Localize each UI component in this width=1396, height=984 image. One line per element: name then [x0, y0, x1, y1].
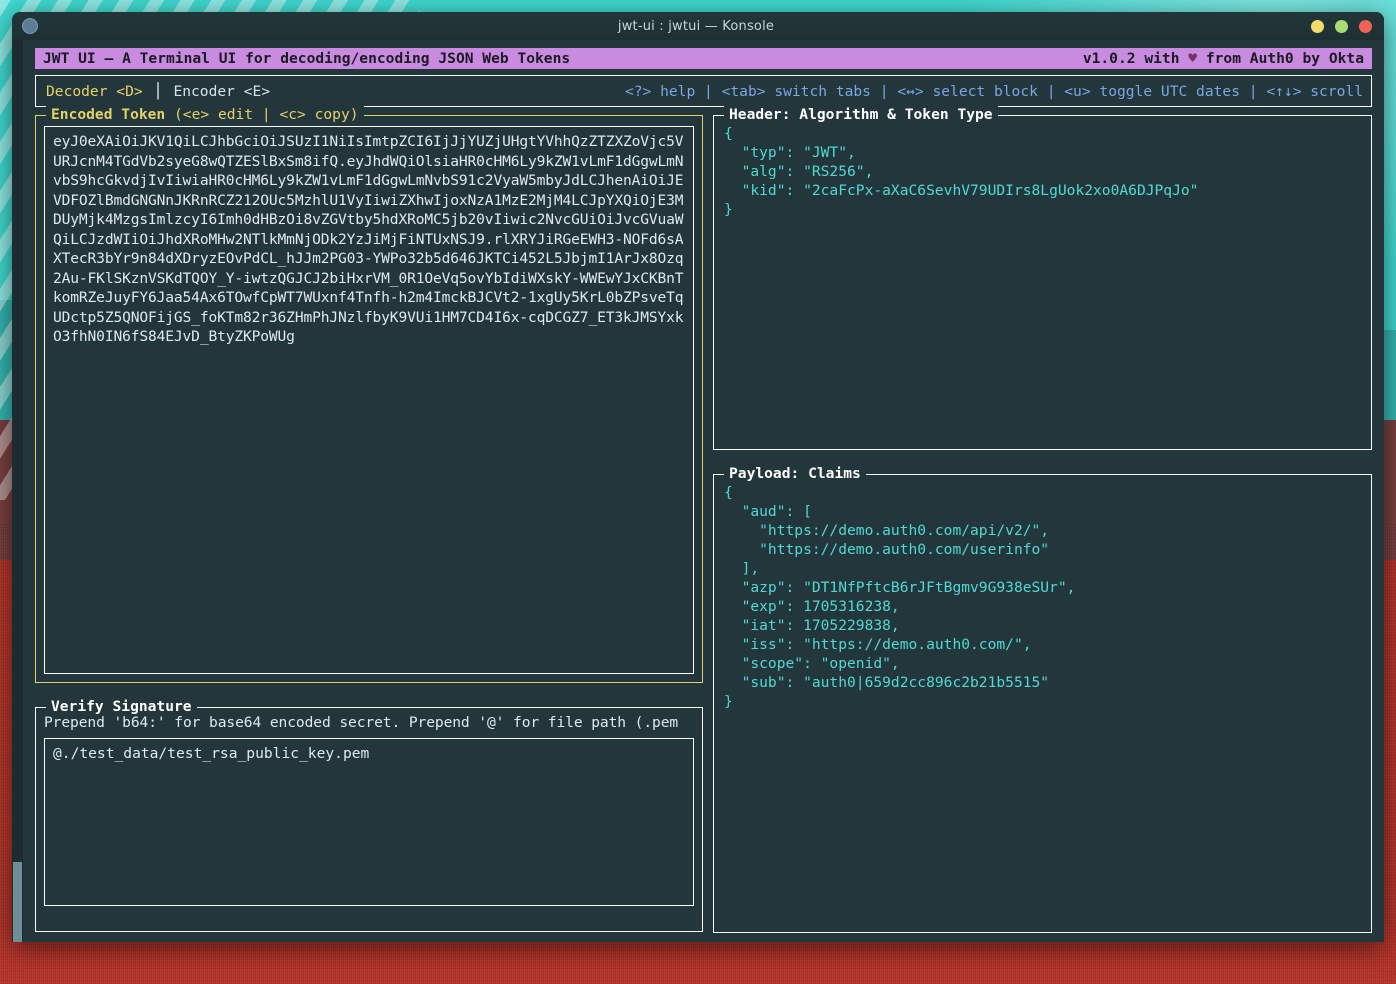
terminal-scrollbar[interactable]: [12, 40, 23, 942]
tab-separator: │: [154, 82, 163, 101]
tab-encoder[interactable]: Encoder <E>: [173, 82, 270, 101]
encoded-token-legend-shortcuts: (<e> edit | <c> copy): [174, 106, 359, 123]
right-column: Header: Algorithm & Token Type { "typ": …: [713, 115, 1372, 933]
konsole-window: jwt-ui : jwtui — Konsole JWT UI – A Term…: [12, 12, 1384, 942]
app-version: v1.0.2 with: [1083, 50, 1188, 67]
app-version-credit: v1.0.2 with ♥ from Auth0 by Okta: [1083, 48, 1364, 69]
encoded-token-panel[interactable]: Encoded Token (<e> edit | <c> copy) eyJ0…: [35, 115, 703, 683]
close-button-icon[interactable]: [1359, 20, 1372, 33]
jwt-ui-app: JWT UI – A Terminal UI for decoding/enco…: [23, 40, 1384, 942]
app-title: JWT UI – A Terminal UI for decoding/enco…: [43, 48, 570, 69]
encoded-token-input[interactable]: eyJ0eXAiOiJKV1QiLCJhbGciOiJSUzI1NiIsImtp…: [44, 126, 694, 674]
encoded-token-legend: Encoded Token (<e> edit | <c> copy): [46, 105, 364, 124]
window-menu-icon[interactable]: [22, 18, 38, 34]
app-header-bar: JWT UI – A Terminal UI for decoding/enco…: [35, 48, 1372, 69]
maximize-button-icon[interactable]: [1335, 20, 1348, 33]
verify-signature-legend: Verify Signature: [46, 697, 197, 716]
keyboard-hints: <?> help | <tab> switch tabs | <↔> selec…: [625, 82, 1363, 101]
encoded-token-legend-title: Encoded Token: [51, 106, 174, 123]
header-panel-legend: Header: Algorithm & Token Type: [724, 105, 998, 124]
header-panel[interactable]: Header: Algorithm & Token Type { "typ": …: [713, 115, 1372, 450]
verify-signature-hint: Prepend 'b64:' for base64 encoded secret…: [44, 713, 694, 733]
scrollbar-thumb[interactable]: [13, 862, 22, 942]
left-column: Encoded Token (<e> edit | <c> copy) eyJ0…: [35, 115, 703, 933]
tab-bar: Decoder <D> │ Encoder <E> <?> help | <ta…: [35, 75, 1372, 107]
header-json-content: { "typ": "JWT", "alg": "RS256", "kid": "…: [724, 124, 1361, 219]
tab-list: Decoder <D> │ Encoder <E>: [46, 82, 270, 101]
app-credit: from Auth0 by Okta: [1197, 50, 1364, 67]
main-panes: Encoded Token (<e> edit | <c> copy) eyJ0…: [35, 115, 1372, 933]
terminal-viewport: JWT UI – A Terminal UI for decoding/enco…: [12, 40, 1384, 942]
payload-panel[interactable]: Payload: Claims { "aud": [ "https://demo…: [713, 474, 1372, 933]
window-titlebar[interactable]: jwt-ui : jwtui — Konsole: [12, 12, 1384, 40]
payload-json-content: { "aud": [ "https://demo.auth0.com/api/v…: [724, 483, 1361, 711]
window-controls: [1311, 20, 1372, 33]
heart-icon: ♥: [1188, 50, 1197, 67]
minimize-button-icon[interactable]: [1311, 20, 1324, 33]
verify-signature-input[interactable]: @./test_data/test_rsa_public_key.pem: [44, 738, 694, 906]
payload-panel-legend: Payload: Claims: [724, 464, 866, 483]
tab-decoder[interactable]: Decoder <D>: [46, 82, 143, 101]
verify-signature-panel[interactable]: Verify Signature Prepend 'b64:' for base…: [35, 707, 703, 932]
window-title: jwt-ui : jwtui — Konsole: [12, 19, 1384, 34]
